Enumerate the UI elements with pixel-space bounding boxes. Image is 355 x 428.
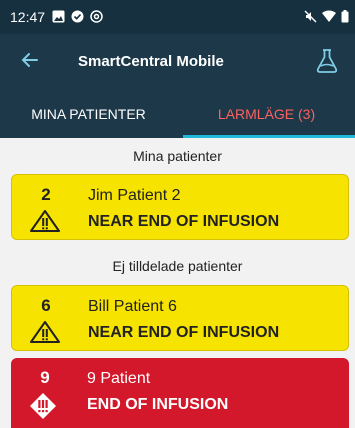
status-time: 12:47 xyxy=(10,9,46,25)
tab-label: LARMLÄGE (3) xyxy=(217,106,316,122)
pump-number: 9 xyxy=(40,368,50,387)
image-icon xyxy=(52,10,65,28)
battery-icon xyxy=(341,10,349,28)
at-sign-icon xyxy=(90,10,103,28)
warning-triangle-icon xyxy=(29,209,61,238)
check-circle-icon xyxy=(71,10,84,28)
status-bar: 12:47 xyxy=(0,0,355,34)
app-title: SmartCentral Mobile xyxy=(78,53,224,70)
alarm-card[interactable]: 2 Jim Patient 2 NEAR END OF INFUSION xyxy=(11,174,349,240)
app-bar: SmartCentral Mobile xyxy=(0,34,355,90)
wifi-icon xyxy=(322,10,336,28)
patient-name: 9 Patient xyxy=(87,370,151,387)
warning-triangle-icon xyxy=(29,320,61,349)
patient-name: Jim Patient 2 xyxy=(88,187,181,204)
tab-mina-patienter[interactable]: MINA PATIENTER xyxy=(0,90,177,138)
alarm-card[interactable]: 9 9 Patient END OF INFUSION xyxy=(11,358,349,428)
tab-label: MINA PATIENTER xyxy=(31,106,146,122)
active-tab-indicator xyxy=(183,135,355,138)
pump-number: 6 xyxy=(41,296,51,315)
tab-larmlage[interactable]: LARMLÄGE (3) xyxy=(178,90,355,138)
alarm-status: END OF INFUSION xyxy=(87,396,229,413)
alarm-status: NEAR END OF INFUSION xyxy=(88,213,280,230)
alarm-status: NEAR END OF INFUSION xyxy=(88,324,280,341)
alarm-diamond-icon xyxy=(28,392,58,425)
alarm-card[interactable]: 6 Bill Patient 6 NEAR END OF INFUSION xyxy=(11,285,349,351)
flask-icon[interactable] xyxy=(315,48,339,79)
section-header-my-patients: Mina patienter xyxy=(133,148,222,164)
patient-name: Bill Patient 6 xyxy=(88,298,177,315)
section-header-unassigned-patients: Ej tilldelade patienter xyxy=(112,258,243,274)
tab-bar: MINA PATIENTER LARMLÄGE (3) xyxy=(0,90,355,138)
pump-number: 2 xyxy=(41,185,51,204)
mute-icon xyxy=(304,10,317,28)
back-arrow-icon[interactable] xyxy=(18,49,40,76)
